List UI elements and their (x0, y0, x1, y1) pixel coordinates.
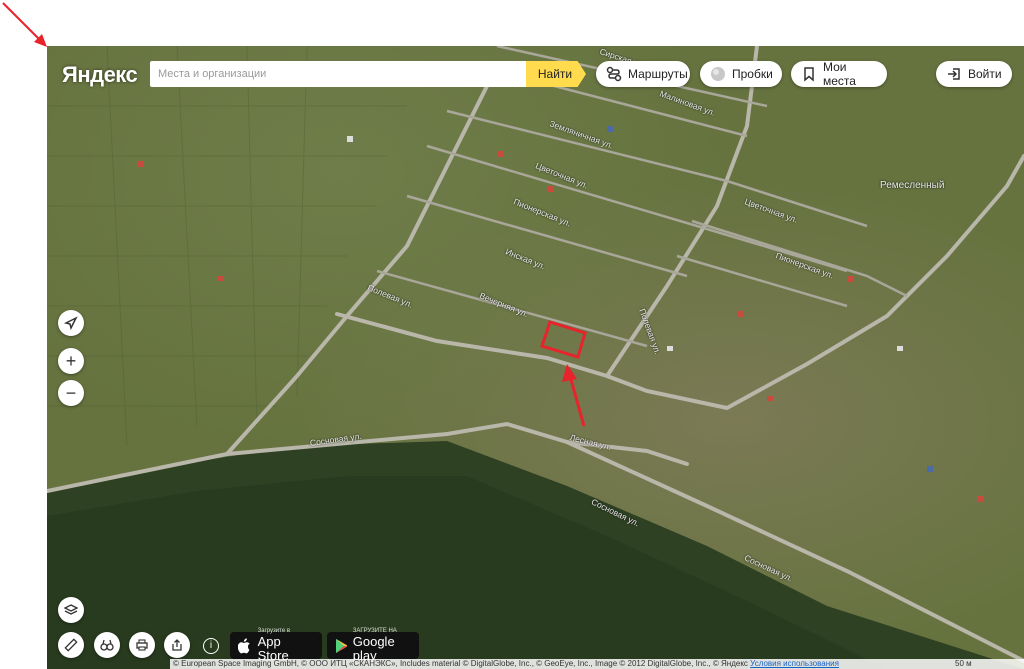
satellite-map[interactable] (47, 46, 1024, 669)
app-store-badge[interactable]: Загрузите в App Store (230, 628, 322, 663)
layers-button[interactable] (58, 597, 84, 623)
copyright-bar: © European Space Imaging GmbH, © ООО ИТЦ… (170, 659, 1024, 669)
info-button[interactable]: i (203, 638, 219, 654)
bookmark-icon (801, 66, 817, 82)
zoom-out-button[interactable]: − (58, 380, 84, 406)
ruler-icon (64, 638, 78, 652)
traffic-button[interactable]: Пробки (700, 61, 782, 87)
copyright-text: © European Space Imaging GmbH, © ООО ИТЦ… (173, 659, 748, 668)
find-button[interactable]: Найти (526, 61, 586, 87)
print-button[interactable] (129, 632, 155, 658)
scale-bar: 50 м (955, 659, 972, 668)
map-imagery (47, 46, 1024, 669)
my-places-button[interactable]: Мои места (791, 60, 887, 88)
yandex-logo[interactable]: Яндекс (62, 62, 138, 88)
plot-pointer-arrow (568, 375, 586, 427)
apple-icon (238, 637, 250, 653)
login-icon (946, 66, 962, 82)
panorama-button[interactable] (94, 632, 120, 658)
login-label: Войти (968, 67, 1002, 81)
google-play-badge[interactable]: ЗАГРУЗИТЕ НА Google play (327, 628, 419, 663)
routes-button[interactable]: Маршруты (596, 61, 690, 87)
login-button[interactable]: Войти (936, 61, 1012, 87)
district-label: Ремесленный (880, 180, 945, 191)
info-icon: i (209, 640, 213, 651)
panorama-icon (100, 639, 114, 651)
routes-icon (606, 66, 622, 82)
ruler-button[interactable] (58, 632, 84, 658)
my-places-label: Мои места (823, 60, 856, 88)
zoom-in-icon: + (65, 350, 77, 371)
terms-link[interactable]: Условия использования (750, 659, 839, 668)
locate-icon (64, 316, 78, 330)
routes-label: Маршруты (628, 67, 688, 81)
zoom-in-button[interactable]: + (58, 348, 84, 374)
share-icon (172, 639, 182, 651)
traffic-icon (710, 66, 726, 82)
traffic-label: Пробки (732, 67, 773, 81)
zoom-out-icon: − (65, 382, 77, 403)
locate-button[interactable] (58, 310, 84, 336)
layers-icon (64, 604, 78, 615)
play-icon (336, 638, 347, 653)
share-button[interactable] (164, 632, 190, 658)
search-input[interactable] (150, 61, 526, 87)
print-icon (136, 639, 148, 651)
